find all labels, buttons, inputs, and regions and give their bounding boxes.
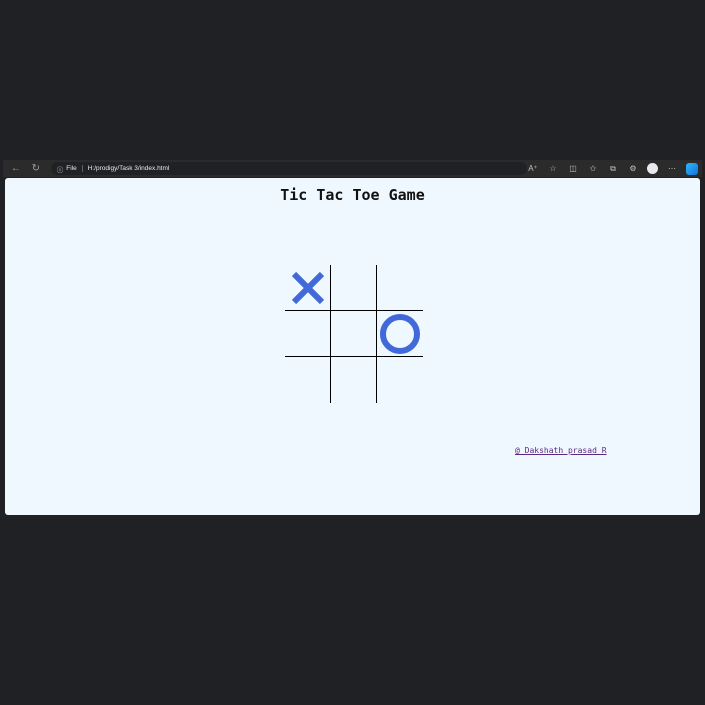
split-screen-icon[interactable]: ◫ bbox=[567, 163, 579, 175]
board-cell-6[interactable] bbox=[377, 311, 423, 357]
collections-icon[interactable]: ⧉ bbox=[607, 163, 619, 175]
board-cell-7[interactable] bbox=[285, 357, 331, 403]
board-cell-8[interactable] bbox=[331, 357, 377, 403]
author-link[interactable]: @_Dakshath prasad R bbox=[515, 446, 607, 455]
game-board bbox=[285, 265, 423, 403]
refresh-icon[interactable]: ↻ bbox=[29, 162, 43, 176]
favorites-icon[interactable]: ✩ bbox=[587, 163, 599, 175]
board-cell-9[interactable] bbox=[377, 357, 423, 403]
x-mark-icon bbox=[291, 271, 324, 304]
extensions-icon[interactable]: ⚙ bbox=[627, 163, 639, 175]
browser-toolbar: ← ↻ ⓘ File H:/prodigy/Task 3/index.html … bbox=[3, 160, 702, 177]
address-scheme: File bbox=[66, 165, 83, 172]
board-cell-1[interactable] bbox=[285, 265, 331, 311]
copilot-icon[interactable] bbox=[686, 162, 698, 175]
board-cell-3[interactable] bbox=[377, 265, 423, 311]
favorite-icon[interactable]: ☆ bbox=[547, 163, 559, 175]
board-cell-2[interactable] bbox=[331, 265, 377, 311]
board-cell-4[interactable] bbox=[285, 311, 331, 357]
profile-icon[interactable] bbox=[647, 163, 658, 174]
back-icon[interactable]: ← bbox=[9, 162, 23, 176]
more-icon[interactable]: ⋯ bbox=[666, 163, 678, 175]
address-bar[interactable]: ⓘ File H:/prodigy/Task 3/index.html bbox=[50, 162, 527, 175]
page-title: Tic Tac Toe Game bbox=[280, 186, 425, 204]
address-url[interactable]: H:/prodigy/Task 3/index.html bbox=[88, 165, 170, 172]
o-mark-icon bbox=[380, 313, 420, 354]
info-icon[interactable]: ⓘ bbox=[57, 164, 64, 174]
browser-window: ← ↻ ⓘ File H:/prodigy/Task 3/index.html … bbox=[3, 160, 702, 517]
board-cell-5[interactable] bbox=[331, 311, 377, 357]
page-content: Tic Tac Toe Game @_Dakshath prasad R bbox=[5, 178, 700, 515]
read-aloud-icon[interactable]: A⁺ bbox=[527, 163, 539, 175]
